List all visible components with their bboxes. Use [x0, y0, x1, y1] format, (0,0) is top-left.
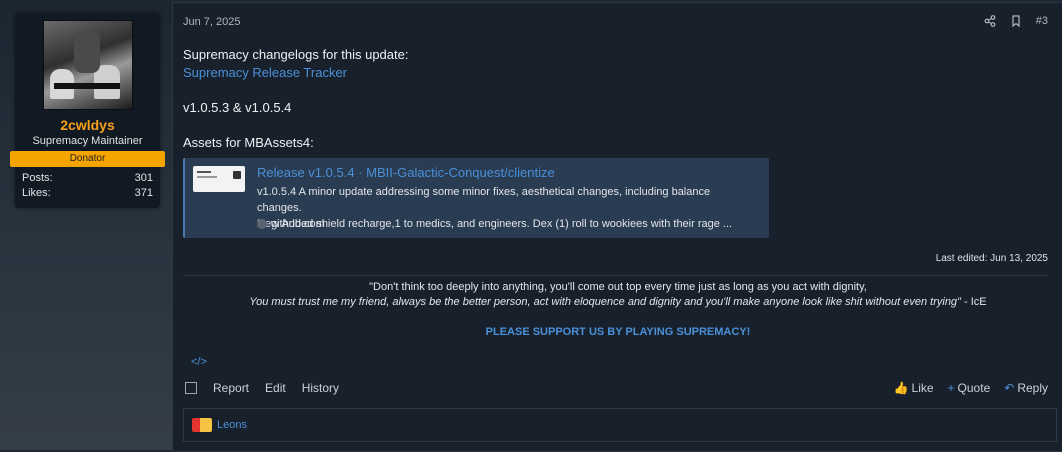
- signature-line: "Don't think too deeply into anything, y…: [369, 281, 867, 293]
- embed-source-label: github.com: [271, 218, 325, 230]
- embed-title[interactable]: Release v1.0.5.4 · MBII-Galactic-Conques…: [257, 165, 555, 180]
- like-button[interactable]: 👍 Like: [894, 381, 934, 395]
- edit-button[interactable]: Edit: [265, 381, 286, 395]
- share-icon[interactable]: [984, 15, 996, 27]
- thumbnail-icon: [233, 171, 241, 179]
- thumbnail-line: [197, 176, 217, 178]
- post-number[interactable]: #3: [1036, 15, 1048, 27]
- stat-label: Likes:: [22, 187, 51, 199]
- stat-value: 371: [134, 187, 153, 199]
- stat-likes: Likes: 371: [22, 187, 153, 199]
- last-edited: Last edited: Jun 13, 2025: [935, 253, 1048, 264]
- stat-label: Posts:: [22, 172, 53, 184]
- avatar[interactable]: [43, 20, 133, 110]
- stat-value[interactable]: 301: [135, 172, 153, 184]
- quote-button[interactable]: + Quote: [948, 381, 991, 395]
- signature-author: - IcE: [960, 296, 987, 308]
- thumbnail-line: [197, 171, 211, 173]
- quote-label: Quote: [957, 381, 991, 395]
- user-title: Supremacy Maintainer: [32, 135, 143, 147]
- post-actions-left: Report Edit History: [185, 381, 339, 395]
- release-tracker-link[interactable]: Supremacy Release Tracker: [183, 65, 347, 80]
- avatar-figure: [74, 31, 100, 73]
- reactions-bar: Leons: [183, 408, 1057, 442]
- link-embed[interactable]: Release v1.0.5.4 · MBII-Galactic-Conques…: [183, 158, 769, 238]
- embed-desc-line: New Added shield recharge,1 to medics, a…: [257, 218, 733, 230]
- history-button[interactable]: History: [302, 381, 339, 395]
- changelog-intro: Supremacy changelogs for this update:: [183, 47, 409, 62]
- embed-source: github.com: [257, 218, 325, 230]
- signature-quote: You must trust me my friend, always be t…: [249, 296, 961, 308]
- assets-text: Assets for MBAssets4:: [183, 135, 314, 150]
- username[interactable]: 2cwldys: [15, 117, 160, 133]
- post-tools: #3: [984, 15, 1048, 27]
- report-button[interactable]: Report: [213, 381, 249, 395]
- bookmark-icon[interactable]: [1010, 15, 1022, 27]
- plus-icon: +: [947, 381, 955, 395]
- reply-button[interactable]: ↶ Reply: [1004, 381, 1048, 395]
- reply-arrow-icon: ↶: [1004, 381, 1015, 395]
- signature-line: You must trust me my friend, always be t…: [173, 296, 1062, 308]
- reaction-icon: [192, 418, 212, 432]
- reaction-user-link[interactable]: Leons: [217, 419, 247, 431]
- support-banner[interactable]: PLEASE SUPPORT US BY PLAYING SUPREMACY!: [173, 326, 1062, 338]
- select-checkbox[interactable]: [185, 382, 197, 394]
- embed-desc-line: v1.0.5.4 A minor update addressing some …: [257, 186, 711, 214]
- thumbs-up-icon: 👍: [893, 381, 909, 395]
- reply-label: Reply: [1017, 381, 1048, 395]
- stat-posts: Posts: 301: [22, 172, 153, 184]
- signature-divider: [183, 275, 1048, 276]
- post-actions-right: 👍 Like + Quote ↶ Reply: [894, 381, 1048, 395]
- donator-badge: Donator: [10, 151, 165, 167]
- post-container: Jun 7, 2025 #3 Supremacy changelogs for …: [172, 2, 1062, 452]
- github-icon: [257, 219, 267, 229]
- embed-thumbnail: [193, 166, 245, 192]
- version-text: v1.0.5.3 & v1.0.5.4: [183, 100, 292, 115]
- avatar-detail: [54, 83, 120, 89]
- code-icon[interactable]: </>: [191, 356, 207, 368]
- like-label: Like: [911, 381, 934, 395]
- embed-description: v1.0.5.4 A minor update addressing some …: [257, 184, 757, 232]
- post-date[interactable]: Jun 7, 2025: [183, 16, 241, 28]
